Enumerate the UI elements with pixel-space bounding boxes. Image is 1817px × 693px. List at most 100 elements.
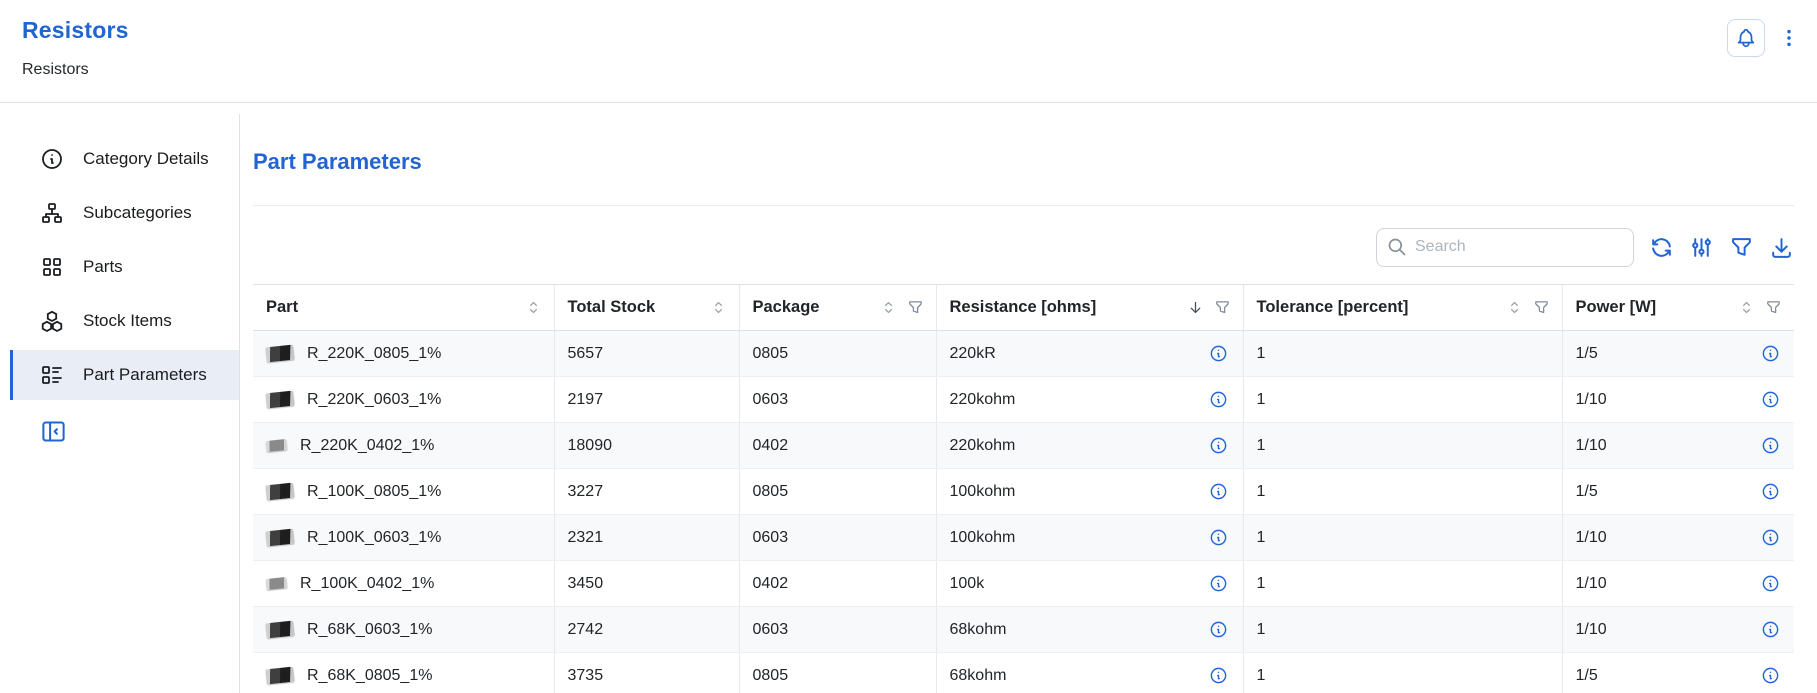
column-header-tolerance-percent[interactable]: Tolerance [percent] <box>1243 285 1562 331</box>
overflow-menu-button[interactable] <box>1778 27 1800 49</box>
nav-items: Category DetailsSubcategoriesPartsStock … <box>10 134 239 400</box>
table-row[interactable]: R_100K_0603_1% 2321 0603 100kohm 1 1/10 <box>253 515 1794 561</box>
collapse-sidebar-button[interactable] <box>40 418 67 445</box>
tolerance-cell: 1 <box>1243 331 1562 377</box>
bell-icon <box>1735 27 1757 49</box>
parameter-info-button[interactable] <box>1209 528 1229 548</box>
selector-icon <box>1506 299 1523 316</box>
resistance-value: 100k <box>950 575 985 593</box>
tolerance-cell: 1 <box>1243 515 1562 561</box>
package-value: 0603 <box>753 529 789 546</box>
parameter-info-button[interactable] <box>1209 482 1229 502</box>
column-header-package[interactable]: Package <box>739 285 936 331</box>
part-cell[interactable]: R_220K_0402_1% <box>253 423 554 469</box>
package-cell: 0805 <box>739 331 936 377</box>
resistance-cell: 220kR <box>936 331 1243 377</box>
column-header-part[interactable]: Part <box>253 285 554 331</box>
parameter-info-button[interactable] <box>1209 436 1229 456</box>
parameter-info-button[interactable] <box>1209 666 1229 686</box>
sidebar-item-subcategories[interactable]: Subcategories <box>10 188 239 238</box>
parameter-info-button[interactable] <box>1760 620 1780 640</box>
sidebar-item-part-parameters[interactable]: Part Parameters <box>10 350 239 400</box>
part-name: R_220K_0805_1% <box>307 345 441 363</box>
parameter-info-button[interactable] <box>1209 344 1229 364</box>
package-value: 0402 <box>753 575 789 592</box>
column-header-total-stock[interactable]: Total Stock <box>554 285 739 331</box>
download-icon <box>1769 235 1794 260</box>
column-filter-button[interactable] <box>1533 299 1550 316</box>
tolerance-value: 1 <box>1257 437 1266 454</box>
part-thumbnail <box>265 391 294 409</box>
page-title: Resistors <box>22 17 1817 44</box>
resistance-cell: 68kohm <box>936 607 1243 653</box>
filter-button[interactable] <box>1729 235 1754 260</box>
info-circle-icon <box>1209 574 1228 593</box>
search-box <box>1376 228 1634 267</box>
column-filter-button[interactable] <box>1765 299 1782 316</box>
sidebar-item-parts[interactable]: Parts <box>10 242 239 292</box>
refresh-button[interactable] <box>1649 235 1674 260</box>
search-icon <box>1387 237 1407 257</box>
total-stock-value: 2742 <box>568 621 604 638</box>
table-row[interactable]: R_100K_0402_1% 3450 0402 100k 1 1/10 <box>253 561 1794 607</box>
column-filter-button[interactable] <box>907 299 924 316</box>
category-nav: Category DetailsSubcategoriesPartsStock … <box>10 134 239 450</box>
package-value: 0805 <box>753 667 789 684</box>
table-row[interactable]: R_220K_0805_1% 5657 0805 220kR 1 1/5 <box>253 331 1794 377</box>
breadcrumb[interactable]: Resistors <box>22 61 89 79</box>
table-options-button[interactable] <box>1689 235 1714 260</box>
download-button[interactable] <box>1769 235 1794 260</box>
table-row[interactable]: R_220K_0402_1% 18090 0402 220kohm 1 1/10 <box>253 423 1794 469</box>
parameter-info-button[interactable] <box>1760 390 1780 410</box>
search-input[interactable] <box>1415 238 1623 256</box>
packages-icon <box>40 309 64 333</box>
parameter-info-button[interactable] <box>1760 666 1780 686</box>
info-circle-icon <box>40 147 64 171</box>
sidebar-item-stock-items[interactable]: Stock Items <box>10 296 239 346</box>
parameter-info-button[interactable] <box>1760 482 1780 502</box>
power-value: 1/10 <box>1576 575 1607 593</box>
notifications-button[interactable] <box>1727 19 1765 57</box>
table-header-row: Part Total StockPackageResistance [ohms]T… <box>253 285 1794 331</box>
content-area: Category DetailsSubcategoriesPartsStock … <box>0 103 1817 693</box>
tolerance-value: 1 <box>1257 345 1266 362</box>
package-value: 0402 <box>753 437 789 454</box>
table-row[interactable]: R_100K_0805_1% 3227 0805 100kohm 1 1/5 <box>253 469 1794 515</box>
parameter-info-button[interactable] <box>1760 574 1780 594</box>
part-cell[interactable]: R_68K_0603_1% <box>253 607 554 653</box>
part-cell[interactable]: R_220K_0805_1% <box>253 331 554 377</box>
part-cell[interactable]: R_100K_0805_1% <box>253 469 554 515</box>
column-filter-button[interactable] <box>1214 299 1231 316</box>
tolerance-value: 1 <box>1257 529 1266 546</box>
part-cell[interactable]: R_100K_0402_1% <box>253 561 554 607</box>
parameter-info-button[interactable] <box>1209 620 1229 640</box>
part-name: R_68K_0603_1% <box>307 621 432 639</box>
parameter-info-button[interactable] <box>1760 436 1780 456</box>
info-circle-icon <box>1209 620 1228 639</box>
package-cell: 0805 <box>739 469 936 515</box>
parameter-info-button[interactable] <box>1760 344 1780 364</box>
tolerance-cell: 1 <box>1243 423 1562 469</box>
package-cell: 0603 <box>739 607 936 653</box>
resistance-value: 220kohm <box>950 437 1016 455</box>
column-header-resistance-ohms[interactable]: Resistance [ohms] <box>936 285 1243 331</box>
table-row[interactable]: R_68K_0603_1% 2742 0603 68kohm 1 1/10 <box>253 607 1794 653</box>
table-row[interactable]: R_220K_0603_1% 2197 0603 220kohm 1 1/10 <box>253 377 1794 423</box>
total-stock-value: 3227 <box>568 483 604 500</box>
part-cell[interactable]: R_68K_0805_1% <box>253 653 554 693</box>
tolerance-value: 1 <box>1257 391 1266 408</box>
selector-icon <box>1738 299 1755 316</box>
package-value: 0603 <box>753 621 789 638</box>
part-name: R_100K_0402_1% <box>300 575 434 593</box>
part-cell[interactable]: R_220K_0603_1% <box>253 377 554 423</box>
table-row[interactable]: R_68K_0805_1% 3735 0805 68kohm 1 1/5 <box>253 653 1794 693</box>
column-label: Part <box>266 298 298 317</box>
column-header-power-w[interactable]: Power [W] <box>1562 285 1794 331</box>
parameter-info-button[interactable] <box>1760 528 1780 548</box>
sidebar-item-category-details[interactable]: Category Details <box>10 134 239 184</box>
parameter-info-button[interactable] <box>1209 574 1229 594</box>
funnel-icon <box>1214 299 1231 316</box>
part-cell[interactable]: R_100K_0603_1% <box>253 515 554 561</box>
tolerance-value: 1 <box>1257 575 1266 592</box>
parameter-info-button[interactable] <box>1209 390 1229 410</box>
